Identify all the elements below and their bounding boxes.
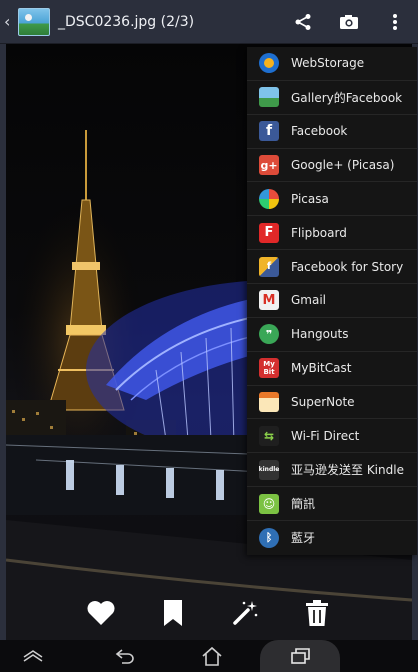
share-item-label: Picasa (291, 191, 329, 206)
overflow-menu-icon (393, 13, 397, 30)
facebook-story-icon: f (259, 256, 279, 277)
supernote-icon (259, 392, 279, 413)
share-item-wifi-direct[interactable]: ⇆ Wi-Fi Direct (247, 419, 417, 454)
share-item-label: 簡訊 (291, 497, 316, 512)
share-item-label: Flipboard (291, 225, 347, 240)
photo-title: _DSC0236.jpg (2/3) (58, 13, 195, 30)
delete-button[interactable] (300, 596, 334, 630)
favorite-button[interactable] (84, 596, 118, 630)
share-item-label: Facebook (291, 124, 348, 139)
share-icon (295, 13, 311, 30)
bluetooth-icon: ᛒ (259, 527, 279, 548)
picasa-icon (259, 188, 279, 209)
kindle-icon: kindle (259, 459, 279, 480)
webstorage-icon (259, 53, 279, 74)
share-item-gmail[interactable]: M Gmail (247, 284, 417, 318)
photo-tools (6, 585, 412, 640)
gallery-app-icon[interactable] (18, 7, 50, 36)
heart-icon (87, 600, 115, 625)
share-item-label: SuperNote (291, 395, 355, 410)
share-item-picasa[interactable]: Picasa (247, 182, 417, 217)
edit-effects-button[interactable] (228, 596, 262, 630)
camera-icon (340, 14, 358, 29)
back-button[interactable] (95, 640, 155, 672)
overflow-menu-button[interactable] (372, 0, 418, 44)
share-item-flipboard[interactable]: F Flipboard (247, 216, 417, 251)
gallery-icon (259, 87, 279, 108)
recent-apps-icon (291, 648, 310, 664)
share-item-label: WebStorage (291, 56, 365, 71)
share-item-gallery-facebook[interactable]: Gallery的Facebook (247, 81, 417, 115)
share-item-hangouts[interactable]: ❞ Hangouts (247, 318, 417, 352)
share-item-label: Gmail (291, 293, 327, 308)
bookmark-button[interactable] (156, 596, 190, 630)
mybitcast-icon: My Bit (259, 358, 279, 379)
camera-button[interactable] (326, 0, 372, 44)
hide-bar-button[interactable] (3, 640, 63, 672)
bookmark-icon (164, 599, 182, 626)
hide-bar-icon (23, 650, 43, 662)
recent-apps-button[interactable] (270, 640, 330, 672)
share-item-label: Wi-Fi Direct (291, 428, 360, 443)
gmail-icon: M (259, 290, 279, 311)
share-item-facebook[interactable]: f Facebook (247, 115, 417, 149)
share-item-label: 藍牙 (291, 531, 316, 546)
share-item-label: Facebook for Story (291, 259, 404, 274)
chevron-left-icon[interactable]: ‹ (4, 12, 16, 31)
google-plus-icon: g+ (259, 155, 279, 175)
share-item-facebook-story[interactable]: f Facebook for Story (247, 250, 417, 285)
home-button[interactable] (182, 640, 242, 672)
share-item-mybitcast[interactable]: My Bit MyBitCast (247, 352, 417, 386)
share-item-label: MyBitCast (291, 361, 352, 376)
share-item-label: 亚马逊发送至 Kindle (291, 463, 404, 478)
left-edge (0, 40, 6, 640)
home-icon (202, 646, 222, 666)
system-nav-bar (0, 640, 418, 672)
action-bar: ‹ _DSC0236.jpg (2/3) (0, 0, 418, 44)
share-item-label: Google+ (Picasa) (291, 158, 395, 172)
share-item-supernote[interactable]: SuperNote (247, 386, 417, 420)
share-menu: WebStorage Gallery的Facebook f Facebook g… (247, 47, 417, 555)
wifi-direct-icon: ⇆ (259, 425, 279, 446)
back-icon (115, 649, 134, 664)
share-item-messaging[interactable]: ☺ 簡訊 (247, 487, 417, 522)
share-item-google-plus[interactable]: g+ Google+ (Picasa) (247, 149, 417, 183)
share-item-label: Gallery的Facebook (291, 90, 403, 105)
trash-icon (306, 599, 328, 626)
share-item-label: Hangouts (291, 327, 349, 342)
hangouts-icon: ❞ (259, 324, 279, 345)
share-item-kindle[interactable]: kindle 亚马逊发送至 Kindle (247, 453, 417, 488)
share-item-bluetooth[interactable]: ᛒ 藍牙 (247, 521, 417, 555)
magic-wand-icon (233, 600, 258, 625)
flipboard-icon: F (259, 222, 279, 243)
share-button[interactable] (280, 0, 326, 44)
messaging-icon: ☺ (259, 493, 279, 514)
facebook-icon: f (259, 121, 279, 142)
share-item-webstorage[interactable]: WebStorage (247, 47, 417, 81)
